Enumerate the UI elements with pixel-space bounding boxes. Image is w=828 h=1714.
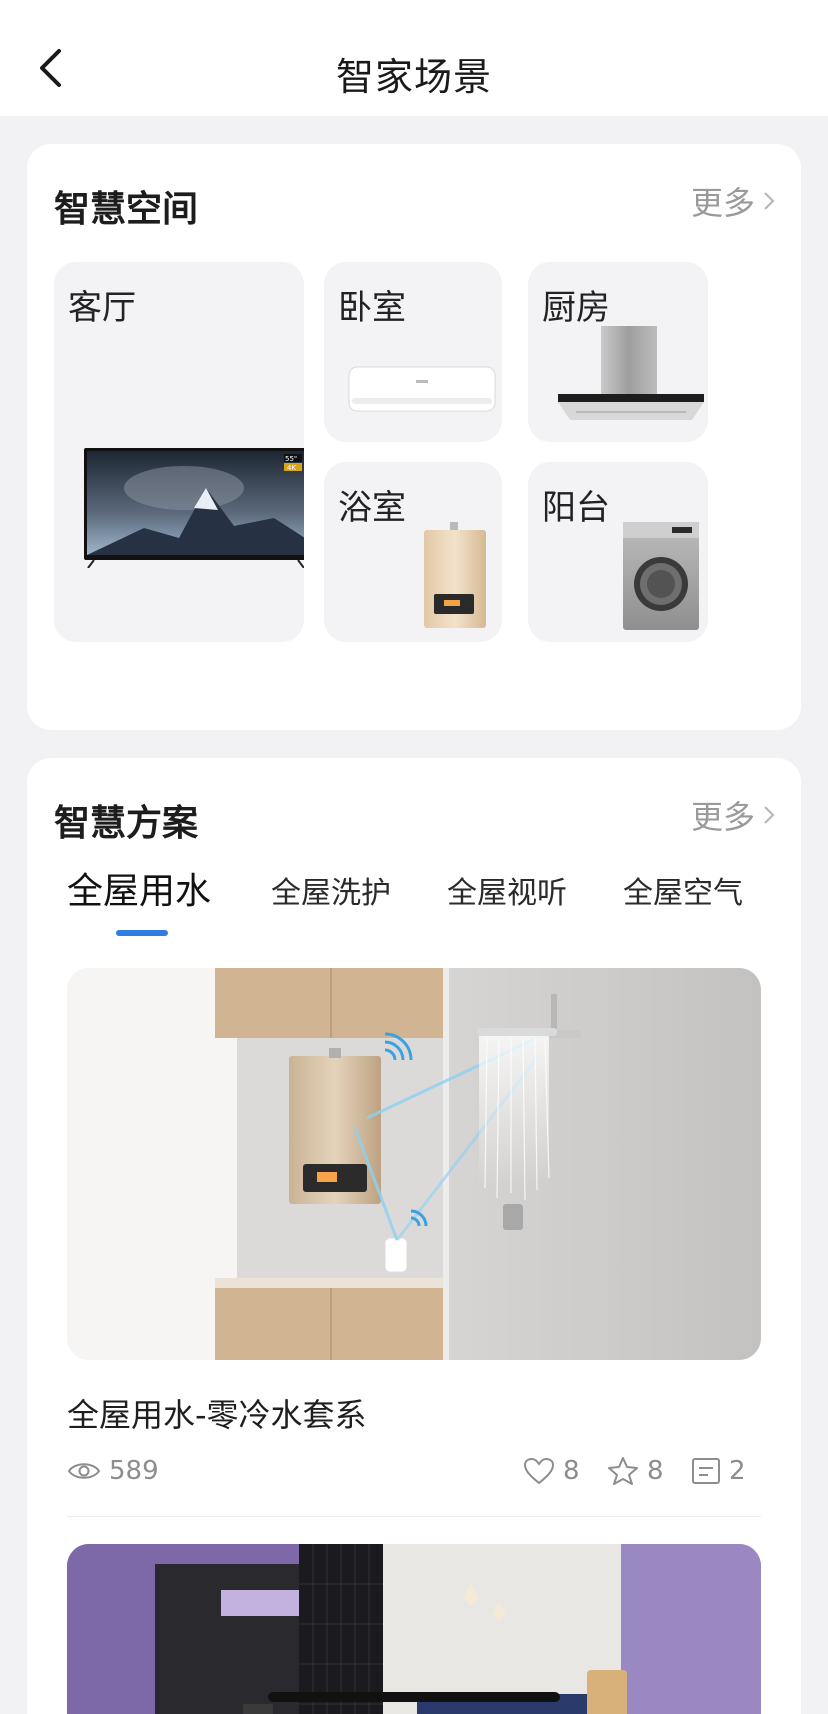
av-room-scene-image	[67, 1544, 761, 1714]
active-tab-indicator	[116, 930, 168, 936]
tab-whole-house-av[interactable]: 全屋视听	[447, 868, 567, 912]
room-tile-kitchen[interactable]: 厨房	[528, 262, 708, 442]
views-stat: 589	[67, 1456, 159, 1486]
room-label: 阳台	[542, 488, 610, 528]
star-icon	[608, 1457, 638, 1485]
comment-button[interactable]: 2	[691, 1456, 746, 1486]
smart-plans-more-link[interactable]: 更多	[691, 792, 775, 838]
washing-machine-image	[623, 522, 699, 630]
smart-spaces-more-link[interactable]: 更多	[691, 178, 775, 224]
views-count: 589	[109, 1456, 159, 1486]
navigation-bar: 智家场景	[0, 0, 828, 116]
tab-whole-house-water[interactable]: 全屋用水	[67, 862, 211, 914]
room-tile-bedroom[interactable]: 卧室	[324, 262, 502, 442]
tab-whole-house-laundry[interactable]: 全屋洗护	[271, 868, 391, 912]
eye-icon	[67, 1463, 101, 1479]
home-indicator	[268, 1692, 560, 1702]
comment-icon	[692, 1458, 720, 1484]
plan-title[interactable]: 全屋用水-零冷水套系	[67, 1390, 367, 1436]
divider	[67, 1516, 761, 1517]
room-label: 客厅	[68, 288, 136, 328]
like-button[interactable]: 8	[523, 1456, 580, 1486]
range-hood-image	[558, 326, 704, 420]
heart-icon	[523, 1457, 555, 1485]
smart-spaces-title: 智慧空间	[54, 189, 199, 230]
tv-size-badge: 55"	[285, 455, 297, 463]
air-conditioner-image	[348, 366, 496, 412]
plan-stats: 589 8 8 2	[67, 1456, 761, 1500]
likes-count: 8	[563, 1456, 580, 1486]
tv-image: 55" 4K	[84, 448, 304, 568]
water-system-scene-image	[67, 968, 761, 1360]
room-tile-bathroom[interactable]: 浴室	[324, 462, 502, 642]
room-tile-living-room[interactable]: 客厅 55" 4K	[54, 262, 304, 642]
smart-plans-card: 智慧方案 更多 全屋用水 全屋洗护 全屋视听 全屋空气 全屋用水-零冷水套系 5…	[27, 758, 801, 1714]
smart-spaces-card: 智慧空间 更多 客厅 55" 4K 卧室 厨房 浴室 阳台	[27, 144, 801, 730]
tv-4k-badge: 4K	[287, 464, 296, 472]
smart-plans-title: 智慧方案	[54, 803, 199, 844]
more-label: 更多	[690, 184, 755, 222]
favorite-button[interactable]: 8	[607, 1456, 664, 1486]
room-label: 卧室	[338, 288, 406, 328]
chevron-right-icon	[764, 192, 775, 210]
plan-cover-image[interactable]	[67, 968, 761, 1360]
plan-category-tabs: 全屋用水 全屋洗护 全屋视听 全屋空气	[27, 868, 801, 938]
water-heater-image	[424, 522, 486, 628]
chevron-right-icon	[764, 806, 775, 824]
comments-count: 2	[729, 1456, 746, 1486]
favorites-count: 8	[647, 1456, 664, 1486]
room-tile-balcony[interactable]: 阳台	[528, 462, 708, 642]
plan-cover-image-2[interactable]	[67, 1544, 761, 1714]
room-label: 浴室	[338, 488, 406, 528]
more-label: 更多	[690, 798, 755, 836]
page-title: 智家场景	[335, 55, 492, 99]
tab-whole-house-air[interactable]: 全屋空气	[623, 868, 743, 912]
